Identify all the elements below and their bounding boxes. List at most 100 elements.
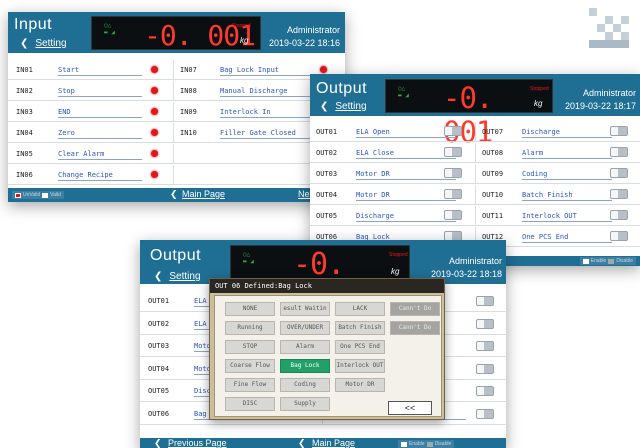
legend-invalid: UnValid xyxy=(23,192,41,198)
output-toggle[interactable] xyxy=(610,126,628,136)
close-dialog-button[interactable]: << xyxy=(388,401,432,415)
output-toggle[interactable] xyxy=(476,386,494,396)
table-row: OUT01 ELA Open OUT07 Discharge xyxy=(310,122,640,142)
output-toggle[interactable] xyxy=(610,147,628,157)
output-name-field[interactable]: Batch Finish xyxy=(522,191,612,201)
output-name-field[interactable]: ELA Open xyxy=(356,128,456,138)
output-toggle[interactable] xyxy=(444,189,462,199)
flow-status-icon: ○△ ▬ ◢ xyxy=(398,85,409,99)
input-name-field[interactable]: Interlock In xyxy=(220,108,312,118)
output-code: OUT04 xyxy=(148,364,170,373)
legend-valid: Valid xyxy=(50,192,61,198)
output-define-dialog: OUT 06 Defined:Bag Lock << NONE esult Wai… xyxy=(209,278,445,420)
output-name-field[interactable]: Interlock OUT xyxy=(522,212,612,222)
legend-disable: Disable xyxy=(434,441,452,447)
output-toggle[interactable] xyxy=(444,147,462,157)
input-state-led-icon xyxy=(151,108,158,115)
input-name-field[interactable]: Start xyxy=(58,66,142,76)
flow-status-icon: ○△ ▬ ◢ xyxy=(243,251,254,265)
status-stopped: Stopped xyxy=(232,23,251,29)
output-name-field[interactable]: One PCS End xyxy=(522,233,612,243)
option-motor-dr-button[interactable]: Motor DR xyxy=(335,378,385,392)
footer-bar: UnValid Valid ❮ Main Page Next Page xyxy=(8,188,345,202)
input-panel: Input ❮ Setting ○△ ▬ ◢ -0. 001 Stopped kg… xyxy=(8,12,345,202)
output-toggle[interactable] xyxy=(476,363,494,374)
input-name-field[interactable]: Bag Lock Input xyxy=(220,66,312,76)
output-toggle[interactable] xyxy=(444,126,462,136)
valid-swatch-icon xyxy=(42,192,49,198)
output-toggle[interactable] xyxy=(476,318,494,329)
output-toggle[interactable] xyxy=(476,296,494,306)
option-bag-lock-button[interactable]: Bag Lock xyxy=(280,359,330,373)
option-lack-button[interactable]: LACK xyxy=(335,302,385,316)
option-none-button[interactable]: NONE xyxy=(225,302,275,316)
input-name-field[interactable]: Filler Gate Closed xyxy=(220,129,312,139)
divider xyxy=(475,206,476,225)
setting-link[interactable]: Setting xyxy=(169,271,200,282)
input-name-field[interactable]: Stop xyxy=(58,87,142,97)
input-name-field[interactable]: Zero xyxy=(58,129,142,139)
legend: Enable Disable xyxy=(398,440,455,448)
output-toggle[interactable] xyxy=(476,408,494,419)
option-coarse-flow-button[interactable]: Coarse Flow xyxy=(225,359,275,373)
input-name-field[interactable]: END xyxy=(58,108,142,118)
input-name-field[interactable]: Manual Discharge xyxy=(220,87,312,97)
previous-page-link[interactable]: Previous Page xyxy=(168,438,227,448)
main-page-link[interactable]: Main Page xyxy=(312,438,355,448)
option-alarm-button[interactable]: Alarm xyxy=(280,340,330,354)
output-name-field[interactable]: Motor DR xyxy=(356,170,456,180)
option-running-button[interactable]: Running xyxy=(225,321,275,335)
setting-link[interactable]: Setting xyxy=(35,38,66,49)
output-toggle[interactable] xyxy=(610,210,628,220)
option-supply-button[interactable]: Supply xyxy=(280,397,330,411)
table-row: OUT02 ELA Close OUT08 Alarm xyxy=(310,143,640,163)
table-row: IN06 Change Recipe xyxy=(8,165,345,185)
output-toggle[interactable] xyxy=(476,341,494,351)
output-name-field[interactable]: Motor DR xyxy=(356,191,456,201)
input-code: IN06 xyxy=(16,171,33,179)
output-toggle[interactable] xyxy=(610,231,628,241)
output-name-field[interactable]: Discharge xyxy=(522,128,612,138)
option-batch-finish-button[interactable]: Batch Finish xyxy=(335,321,385,335)
setting-back-button[interactable]: ❮ Setting xyxy=(320,101,367,112)
input-state-led-icon xyxy=(151,150,158,157)
input-name-field[interactable]: Change Recipe xyxy=(58,171,142,181)
input-list: IN01 Start IN07 Bag Lock Input IN02 Stop IN08 M… xyxy=(8,60,345,186)
output-code: OUT01 xyxy=(148,297,170,305)
output-toggle[interactable] xyxy=(610,189,628,199)
option-one-pcs-end-button[interactable]: One PCS End xyxy=(335,340,385,354)
table-row: IN02 Stop IN08 Manual Discharge xyxy=(8,81,345,101)
output-name-field[interactable]: Discharge xyxy=(356,212,456,222)
output-code: OUT02 xyxy=(148,319,170,328)
output-name-field[interactable]: ELA Close xyxy=(356,149,456,159)
output-toggle[interactable] xyxy=(444,210,462,220)
page-title: Input xyxy=(14,16,53,33)
table-row: OUT05 Discharge OUT11 Interlock OUT xyxy=(310,206,640,226)
setting-back-button[interactable]: ❮ Setting xyxy=(20,38,67,49)
input-name-field[interactable]: Clear Alarm xyxy=(58,150,142,160)
main-page-link[interactable]: Main Page xyxy=(182,189,225,199)
divider xyxy=(173,60,174,79)
output-panel: Output ❮ Setting ○△ ▬ ◢ -0. 001 Stopped k… xyxy=(310,74,640,266)
output-toggle[interactable] xyxy=(444,168,462,178)
option-cann-t-do-button[interactable]: Cann't Do xyxy=(390,321,440,335)
option-coding-button[interactable]: Coding xyxy=(280,378,330,392)
option-over-under-button[interactable]: OVER/UNDER xyxy=(280,321,330,335)
setting-back-button[interactable]: ❮ Setting xyxy=(154,271,201,282)
option-cann-t-do-button[interactable]: Cann't Do xyxy=(390,302,440,316)
option-disc-button[interactable]: DISC xyxy=(225,397,275,411)
option-esult-waitin-button[interactable]: esult Waitin xyxy=(280,302,330,316)
option-stop-button[interactable]: STOP xyxy=(225,340,275,354)
table-row: IN01 Start IN07 Bag Lock Input xyxy=(8,60,345,80)
output-toggle[interactable] xyxy=(610,168,628,178)
option-fine-flow-button[interactable]: Fine Flow xyxy=(225,378,275,392)
disable-swatch-icon xyxy=(608,258,615,264)
output-name-field[interactable]: Coding xyxy=(522,170,612,180)
output-name-field[interactable]: Alarm xyxy=(522,149,612,159)
option-interlock-out-button[interactable]: Interlock OUT xyxy=(335,359,385,373)
setting-link[interactable]: Setting xyxy=(335,101,366,112)
page-title: Output xyxy=(150,247,202,264)
dialog-title: OUT 06 Defined:Bag Lock xyxy=(210,279,444,293)
header-bar: Output ❮ Setting ○△ ▬ ◢ -0. 001 Stopped k… xyxy=(310,74,640,149)
output-code: OUT01 xyxy=(316,128,338,136)
